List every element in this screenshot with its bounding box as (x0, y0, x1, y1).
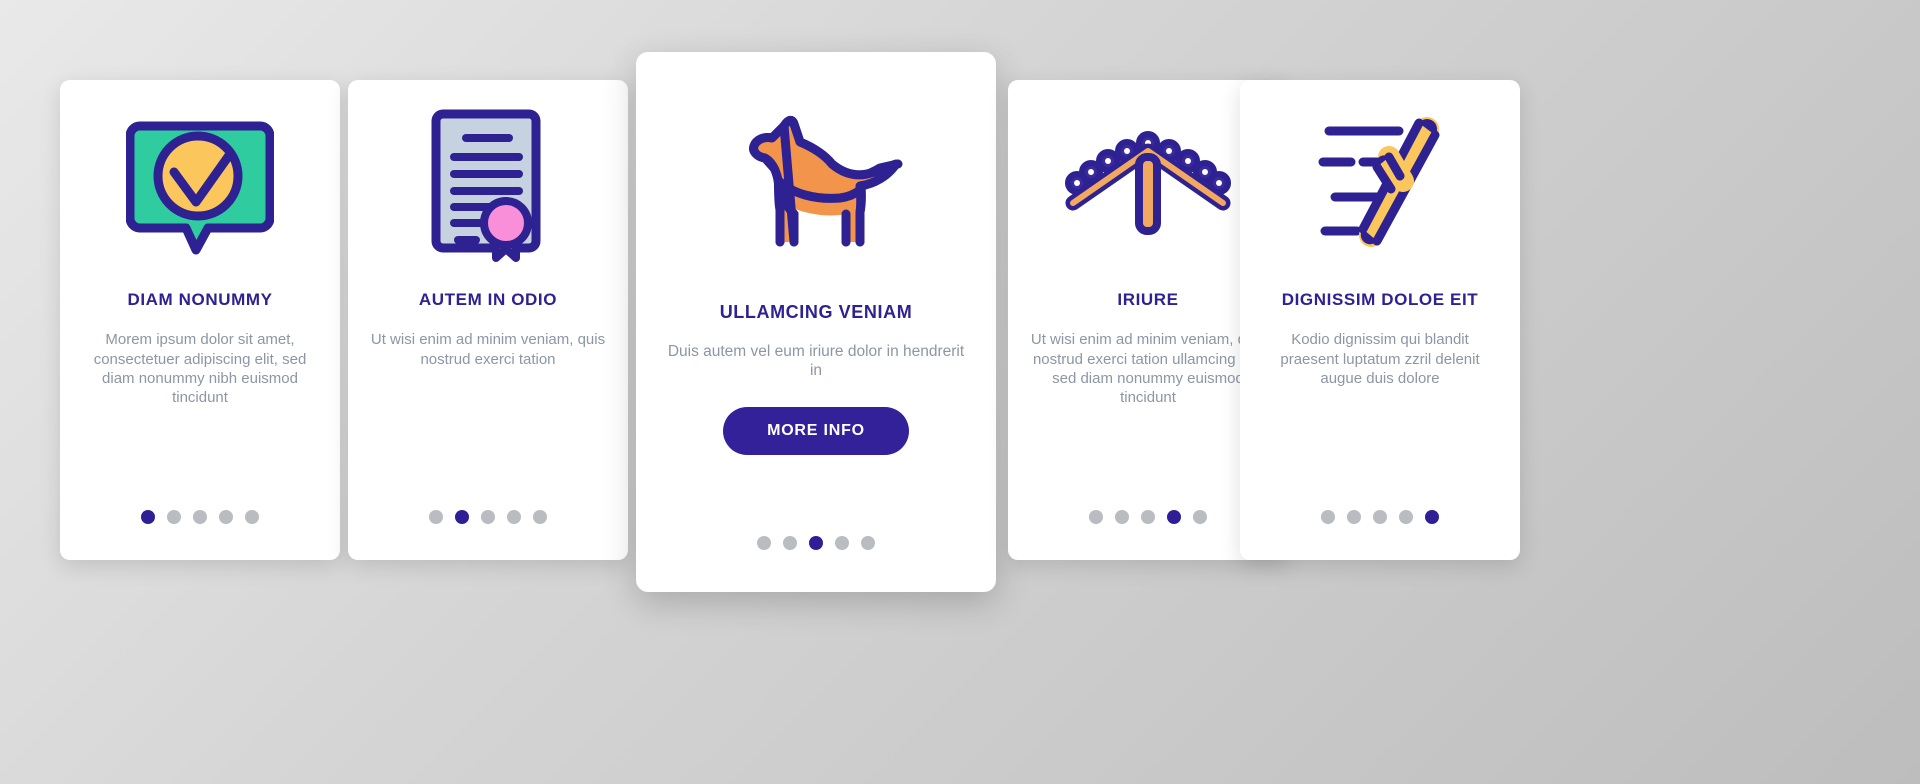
card-3-body: Duis autem vel eum iriure dolor in hendr… (667, 342, 965, 380)
pagination-dot[interactable] (809, 536, 823, 550)
card-4-title: IRIURE (1117, 290, 1179, 309)
pagination-dot[interactable] (141, 510, 155, 524)
pagination-dot[interactable] (429, 510, 443, 524)
pagination-dot[interactable] (481, 510, 495, 524)
card-3-icon-area (636, 52, 996, 302)
pagination-dot[interactable] (455, 510, 469, 524)
card-3-pagination-dots[interactable] (636, 536, 996, 550)
card-5-pagination-dots[interactable] (1240, 510, 1520, 524)
pagination-dot[interactable] (1399, 510, 1413, 524)
pagination-dot[interactable] (1321, 510, 1335, 524)
agility-a-frame-icon (1065, 131, 1231, 239)
card-3-title: ULLAMCING VENIAM (719, 302, 913, 322)
card-1-icon-area (60, 80, 340, 290)
card-2-pagination-dots[interactable] (348, 510, 628, 524)
pagination-dot[interactable] (507, 510, 521, 524)
onboarding-card-1[interactable]: DIAM NONUMMY Morem ipsum dolor sit amet,… (60, 80, 340, 560)
more-info-button[interactable]: MORE INFO (723, 407, 909, 456)
pagination-dot[interactable] (245, 510, 259, 524)
card-2-icon-area (348, 80, 628, 290)
throwing-stick-motion-icon (1307, 109, 1453, 261)
pagination-dot[interactable] (861, 536, 875, 550)
pagination-dot[interactable] (1373, 510, 1387, 524)
pagination-dot[interactable] (757, 536, 771, 550)
pagination-dot[interactable] (835, 536, 849, 550)
pagination-dot[interactable] (1425, 510, 1439, 524)
card-2-body: Ut wisi enim ad minim veniam, quis nostr… (370, 331, 606, 368)
pagination-dot[interactable] (783, 536, 797, 550)
pagination-dot[interactable] (1193, 510, 1207, 524)
card-5-title: DIGNISSIM DOLOE EIT (1281, 290, 1479, 309)
pagination-dot[interactable] (1141, 510, 1155, 524)
pagination-dot[interactable] (193, 510, 207, 524)
card-2-title: AUTEM IN ODIO (418, 290, 558, 309)
pagination-dot[interactable] (167, 510, 181, 524)
card-5-body: Kodio dignissim qui blandit praesent lup… (1280, 331, 1480, 387)
card-1-title: DIAM NONUMMY (127, 290, 273, 309)
pagination-dot[interactable] (533, 510, 547, 524)
certificate-seal-icon (425, 106, 551, 264)
dog-icon (728, 102, 904, 252)
card-5-icon-area (1240, 80, 1520, 290)
onboarding-screens-container: DIAM NONUMMY Morem ipsum dolor sit amet,… (0, 0, 1920, 784)
pagination-dot[interactable] (1115, 510, 1129, 524)
card-1-body: Morem ipsum dolor sit amet, consectetuer… (93, 331, 307, 406)
speech-bubble-check-icon (126, 114, 274, 256)
pagination-dot[interactable] (1089, 510, 1103, 524)
card-1-pagination-dots[interactable] (60, 510, 340, 524)
pagination-dot[interactable] (219, 510, 233, 524)
pagination-dot[interactable] (1347, 510, 1361, 524)
onboarding-card-2[interactable]: AUTEM IN ODIO Ut wisi enim ad minim veni… (348, 80, 628, 560)
onboarding-card-3-featured[interactable]: ULLAMCING VENIAM Duis autem vel eum iriu… (636, 52, 996, 592)
onboarding-card-5[interactable]: DIGNISSIM DOLOE EIT Kodio dignissim qui … (1240, 80, 1520, 560)
pagination-dot[interactable] (1167, 510, 1181, 524)
